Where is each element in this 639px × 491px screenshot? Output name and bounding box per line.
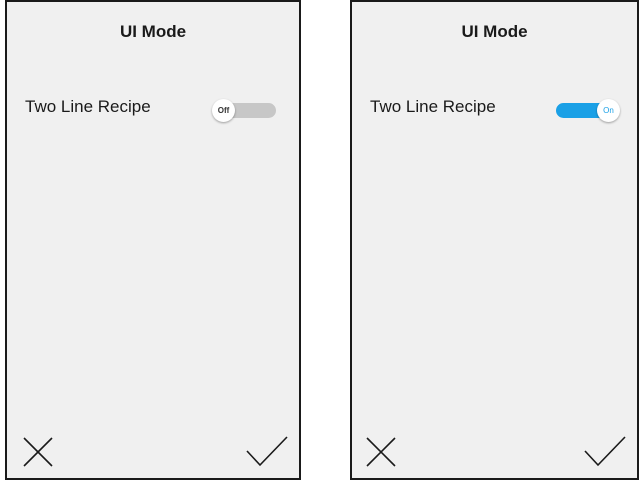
ui-mode-screen-off: UI Mode Two Line Recipe Off	[5, 0, 301, 480]
cancel-button[interactable]	[364, 435, 398, 474]
screen-title: UI Mode	[461, 22, 528, 41]
checkmark-icon	[584, 436, 626, 467]
two-line-recipe-label: Two Line Recipe	[370, 97, 496, 116]
confirm-button[interactable]	[245, 435, 289, 474]
two-line-recipe-label: Two Line Recipe	[25, 97, 151, 116]
toggle-state-text: On	[603, 106, 614, 115]
two-line-recipe-toggle[interactable]: Off	[212, 99, 276, 123]
toggle-thumb: On	[597, 99, 620, 122]
cancel-button[interactable]	[21, 435, 55, 474]
ui-mode-screen-on: UI Mode Two Line Recipe On	[350, 0, 639, 480]
confirm-button[interactable]	[583, 435, 627, 474]
toggle-thumb: Off	[212, 99, 235, 122]
close-icon	[366, 437, 396, 467]
toggle-state-text: Off	[217, 106, 230, 115]
two-line-recipe-toggle[interactable]: On	[556, 99, 620, 123]
close-icon	[23, 437, 53, 467]
screen-title: UI Mode	[119, 22, 187, 41]
checkmark-icon	[246, 436, 288, 467]
